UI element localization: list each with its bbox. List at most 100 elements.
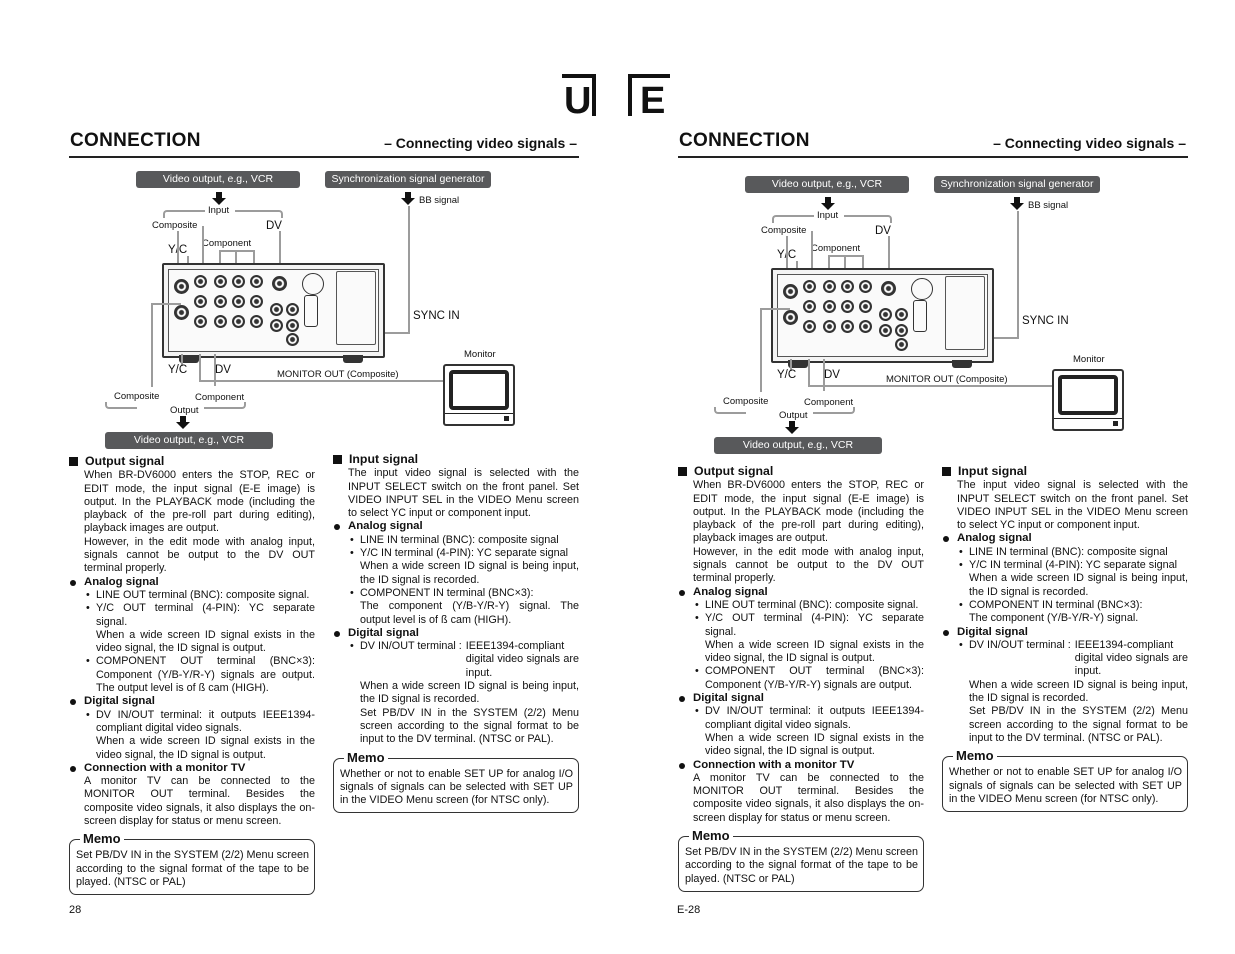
component-jack xyxy=(250,295,263,308)
list-item-note: When a wide screen ID signal exists in t… xyxy=(705,731,924,758)
list-item-text: DV IN/OUT terminal: it outputs IEEE1394-… xyxy=(96,708,315,734)
output-signal-paragraph: However, in the edit mode with analog in… xyxy=(693,545,924,585)
wire xyxy=(760,308,762,392)
input-bracket-left xyxy=(772,215,814,223)
list-item-text: COMPONENT OUT terminal (BNC×3): Componen… xyxy=(705,665,924,691)
digital-note: When a wide screen ID signal is being in… xyxy=(360,680,579,706)
deck-foot xyxy=(343,355,363,363)
analog-output-list: • LINE OUT terminal (BNC): composite sign… xyxy=(678,599,924,692)
heading-text: Input signal xyxy=(958,464,1027,478)
digital-signal-heading: Digital signal xyxy=(678,692,924,705)
bullet-icon xyxy=(334,630,340,637)
bullet-icon xyxy=(943,536,949,543)
monitor-base xyxy=(1054,418,1122,419)
wire xyxy=(828,255,864,257)
bullet-icon: • xyxy=(86,708,90,721)
heading-text: Analog signal xyxy=(348,520,423,533)
output-bracket-left xyxy=(714,407,746,414)
page-right: CONNECTION – Connecting video signals – … xyxy=(677,128,1188,928)
component-jack xyxy=(250,275,263,288)
remote-jack xyxy=(272,276,287,291)
component-in-label: Component xyxy=(202,238,252,249)
dv-terminal-desc: IEEE1394-compliant digital video signals… xyxy=(1074,638,1188,678)
yc-in-jack xyxy=(783,310,798,325)
analog-signal-heading: Analog signal xyxy=(942,532,1188,545)
digital-signal-heading: Digital signal xyxy=(69,695,315,708)
wire xyxy=(219,250,255,252)
digital-output-list: • DV IN/OUT terminal: it outputs IEEE1394… xyxy=(69,709,315,762)
sync-jack xyxy=(270,303,283,316)
bullet-icon: • xyxy=(350,640,354,653)
list-item: • LINE IN terminal (BNC): composite signa… xyxy=(942,546,1188,559)
monitor-icon xyxy=(1052,369,1124,431)
heading-text: Connection with a monitor TV xyxy=(693,758,855,771)
analog-signal-heading: Analog signal xyxy=(69,576,315,589)
component-jack xyxy=(841,320,854,333)
source-vcr-box: Video output, e.g., VCR xyxy=(745,176,909,193)
memo-title: Memo xyxy=(689,828,733,844)
dv-out-label: DV xyxy=(215,364,231,376)
list-item: • Y/C IN terminal (4-PIN): YC separate si… xyxy=(942,559,1188,572)
deck-rear-panel xyxy=(771,268,994,363)
logo-e-mark: E xyxy=(628,74,670,120)
analog-input-list: • LINE IN terminal (BNC): composite signa… xyxy=(333,534,579,627)
bullet-icon: • xyxy=(695,705,699,718)
bullet-icon xyxy=(70,579,76,586)
analog-input-list: • LINE IN terminal (BNC): composite signa… xyxy=(942,546,1188,626)
analog-output-list: • LINE OUT terminal (BNC): composite sign… xyxy=(69,589,315,695)
input-bracket-right xyxy=(235,210,283,218)
heading-text: Analog signal xyxy=(84,575,159,588)
yc-out-label: Y/C xyxy=(777,369,797,381)
heading-text: Digital signal xyxy=(693,692,764,705)
video-jack xyxy=(194,275,207,288)
heading-text: Output signal xyxy=(85,454,165,468)
list-item-text: Y/C IN terminal (4-PIN): YC separate sig… xyxy=(969,559,1178,572)
output-signal-column: Output signal When BR-DV6000 enters the … xyxy=(678,464,924,892)
list-item-text: COMPONENT OUT terminal (BNC×3): Componen… xyxy=(96,655,315,695)
list-item: • LINE OUT terminal (BNC): composite sign… xyxy=(69,589,315,602)
component-jack xyxy=(250,315,263,328)
monitor-out-wire xyxy=(808,385,1052,387)
monitor-base xyxy=(445,413,513,414)
wire xyxy=(202,226,204,266)
wire xyxy=(1017,211,1019,339)
sync-in-label: SYNC IN xyxy=(413,310,460,322)
input-bracket-left xyxy=(163,210,205,218)
video-jack xyxy=(803,280,816,293)
option-slot-cover xyxy=(336,271,376,345)
memo-box: Memo Set PB/DV IN in the SYSTEM (2/2) Me… xyxy=(69,831,315,896)
monitor-screen xyxy=(449,370,509,410)
page-number: 28 xyxy=(69,904,82,916)
input-signal-column: Input signal The input video signal is s… xyxy=(942,464,1188,813)
list-item: • COMPONENT OUT terminal (BNC×3): Compone… xyxy=(678,665,924,692)
logo-e-letter: E xyxy=(640,80,666,122)
list-item: • Y/C OUT terminal (4-PIN): YC separate s… xyxy=(678,612,924,639)
component-jack xyxy=(841,280,854,293)
memo-text: Whether or not to enable SET UP for anal… xyxy=(340,767,573,807)
deck-rear-panel xyxy=(162,263,385,358)
list-item: • DV IN/OUT terminal : IEEE1394-complian… xyxy=(942,639,1188,679)
digital-signal-heading: Digital signal xyxy=(333,627,579,640)
heading-text: Digital signal xyxy=(957,625,1028,638)
component-jack xyxy=(859,320,872,333)
input-signal-paragraph: The input video signal is selected with … xyxy=(348,467,579,520)
input-signal-heading: Input signal xyxy=(333,452,579,466)
list-item: • COMPONENT OUT terminal (BNC×3): Compone… xyxy=(69,655,315,695)
bb-signal-label: BB signal xyxy=(1028,200,1069,211)
composite-out-label: Composite xyxy=(114,391,160,402)
monitor-out-jack xyxy=(286,333,299,346)
memo-title: Memo xyxy=(80,831,124,847)
monitor-tv-heading: Connection with a monitor TV xyxy=(69,762,315,775)
yc-out-label: Y/C xyxy=(168,364,188,376)
output-signal-column: Output signal When BR-DV6000 enters the … xyxy=(69,454,315,896)
list-item-text: COMPONENT IN terminal (BNC×3): xyxy=(969,598,1143,611)
monitor-label: Monitor xyxy=(1073,354,1105,365)
monitor-out-jack xyxy=(895,338,908,351)
bullet-icon xyxy=(679,762,685,769)
dv-terminal-term: DV IN/OUT terminal : xyxy=(360,640,462,653)
list-item: • LINE OUT terminal (BNC): composite sign… xyxy=(678,599,924,612)
output-signal-heading: Output signal xyxy=(678,464,924,478)
sync-jack xyxy=(270,319,283,332)
input-signal-column: Input signal The input video signal is s… xyxy=(333,452,579,814)
input-bracket-right xyxy=(844,215,892,223)
